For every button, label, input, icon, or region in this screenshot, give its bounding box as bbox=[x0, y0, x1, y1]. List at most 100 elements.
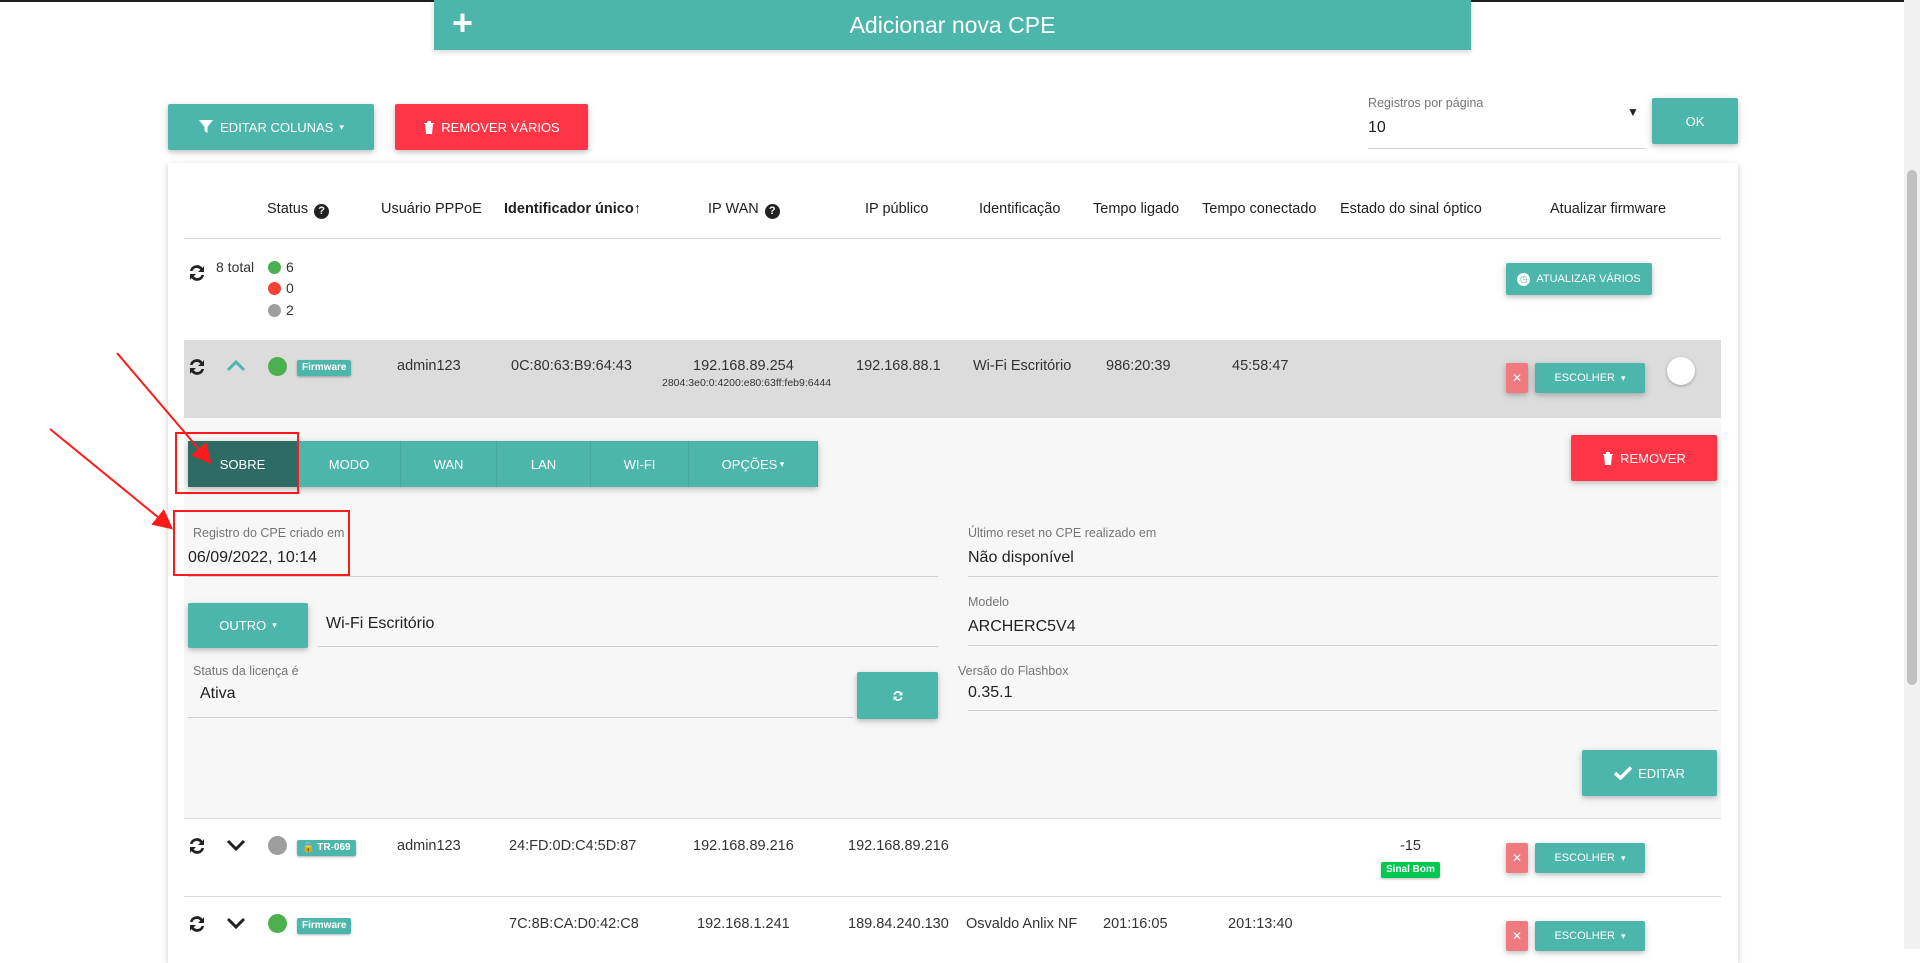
ipv6-address: 2804:3e0:0:4200:e80:63ff:feb9:6444 bbox=[662, 377, 832, 389]
header-optical-signal[interactable]: Estado do sinal óptico bbox=[1340, 201, 1482, 217]
model-underline bbox=[968, 645, 1718, 646]
cancel-firmware-button[interactable]: ✕ bbox=[1506, 363, 1528, 393]
choose-firmware-button[interactable]: ESCOLHER ▾ bbox=[1535, 921, 1645, 951]
header-divider bbox=[184, 238, 1721, 239]
flashbox-value: 0.35.1 bbox=[968, 684, 1013, 701]
reset-label: Último reset no CPE realizado em bbox=[968, 526, 1157, 540]
tab-modo[interactable]: MODO bbox=[298, 441, 401, 487]
per-page-select[interactable]: 10 bbox=[1368, 119, 1386, 137]
help-icon[interactable]: ? bbox=[764, 204, 780, 219]
connected-time: 45:58:47 bbox=[1232, 358, 1289, 374]
identification-input[interactable]: Wi-Fi Escritório bbox=[326, 615, 434, 633]
status-dot-unknown bbox=[268, 836, 287, 855]
refresh-license-button[interactable] bbox=[857, 672, 938, 719]
header-update-firmware: Atualizar firmware bbox=[1550, 201, 1667, 217]
connected-time: 201:13:40 bbox=[1228, 916, 1293, 932]
header-status[interactable]: Status? bbox=[267, 201, 330, 219]
offline-dot bbox=[268, 282, 281, 295]
edit-columns-button[interactable]: EDITAR COLUNAS ▾ bbox=[168, 104, 374, 150]
tab-wan[interactable]: WAN bbox=[401, 441, 497, 487]
ip-public: 192.168.88.1 bbox=[856, 358, 941, 374]
row-divider bbox=[184, 818, 1721, 819]
license-value: Ativa bbox=[200, 685, 236, 702]
reset-underline bbox=[968, 576, 1718, 577]
ok-button[interactable]: OK bbox=[1652, 98, 1738, 144]
update-many-label: ATUALIZAR VÁRIOS bbox=[1536, 273, 1641, 285]
per-page-label: Registros por página bbox=[1368, 96, 1484, 110]
scrollbar-thumb[interactable] bbox=[1907, 170, 1917, 685]
remove-many-label: REMOVER VÁRIOS bbox=[441, 119, 560, 135]
refresh-icon[interactable] bbox=[186, 356, 208, 378]
tab-opcoes[interactable]: OPÇÕES ▾ bbox=[689, 441, 818, 487]
trash-icon bbox=[1603, 452, 1614, 465]
header-pppoe[interactable]: Usuário PPPoE bbox=[381, 201, 482, 217]
ip-public: 192.168.89.216 bbox=[848, 838, 949, 854]
remove-many-button[interactable]: REMOVER VÁRIOS bbox=[395, 104, 588, 150]
edit-label: EDITAR bbox=[1638, 765, 1685, 781]
table-row[interactable] bbox=[184, 340, 1721, 418]
add-cpe-label: Adicionar nova CPE bbox=[849, 11, 1056, 38]
check-icon bbox=[1614, 766, 1633, 780]
identification-underline bbox=[318, 646, 938, 647]
tab-lan[interactable]: LAN bbox=[497, 441, 591, 487]
pppoe-user: admin123 bbox=[397, 838, 461, 854]
ip-wan: 192.168.1.241 bbox=[697, 916, 790, 932]
cancel-firmware-button[interactable]: ✕ bbox=[1506, 843, 1528, 873]
model-value: ARCHERC5V4 bbox=[968, 618, 1076, 635]
model-label: Modelo bbox=[968, 595, 1009, 609]
firmware-toggle[interactable] bbox=[1667, 357, 1695, 385]
optical-value: -15 bbox=[1400, 838, 1421, 854]
refresh-icon bbox=[893, 690, 902, 701]
identification: Osvaldo Anlix NF bbox=[966, 916, 1078, 932]
choose-label: ESCOLHER bbox=[1554, 852, 1615, 864]
identification: Wi-Fi Escritório bbox=[973, 358, 1072, 374]
offline-count: 0 bbox=[286, 280, 294, 296]
ip-wan: 192.168.89.216 bbox=[693, 838, 794, 854]
ip-wan: 192.168.89.254 bbox=[693, 358, 794, 374]
unique-id: 7C:8B:CA:D0:42:C8 bbox=[509, 916, 639, 932]
reset-value: Não disponível bbox=[968, 549, 1074, 566]
unique-id: 0C:80:63:B9:64:43 bbox=[511, 358, 632, 374]
edit-columns-label: EDITAR COLUNAS bbox=[220, 119, 334, 135]
clock-icon: ◷ bbox=[1517, 272, 1531, 286]
header-ip-public[interactable]: IP público bbox=[865, 201, 928, 217]
firmware-badge: Firmware bbox=[297, 360, 352, 376]
choose-label: ESCOLHER bbox=[1554, 930, 1615, 942]
unique-id: 24:FD:0D:C4:5D:87 bbox=[509, 838, 637, 854]
annotation-box-created bbox=[173, 510, 350, 576]
remove-cpe-label: REMOVER bbox=[1620, 450, 1686, 466]
remove-cpe-button[interactable]: REMOVER bbox=[1571, 435, 1717, 481]
status-dot-online bbox=[268, 357, 287, 376]
refresh-icon[interactable] bbox=[186, 913, 208, 935]
refresh-icon[interactable] bbox=[186, 262, 208, 284]
flashbox-label: Versão do Flashbox bbox=[958, 664, 1069, 678]
status-dot-online bbox=[268, 914, 287, 933]
chevron-up-icon[interactable] bbox=[226, 358, 246, 372]
firmware-badge: Firmware bbox=[297, 918, 352, 934]
header-identification[interactable]: Identificação bbox=[979, 201, 1060, 217]
chevron-down-icon[interactable] bbox=[226, 838, 246, 852]
other-dropdown-button[interactable]: OUTRO ▾ bbox=[188, 603, 308, 648]
refresh-icon[interactable] bbox=[186, 835, 208, 857]
pppoe-user: admin123 bbox=[397, 358, 461, 374]
choose-label: ESCOLHER bbox=[1554, 372, 1615, 384]
header-connected-time[interactable]: Tempo conectado bbox=[1202, 201, 1316, 217]
close-icon: ✕ bbox=[1511, 371, 1523, 385]
tab-wifi[interactable]: WI-FI bbox=[591, 441, 689, 487]
header-uptime[interactable]: Tempo ligado bbox=[1093, 201, 1179, 217]
header-unique-id[interactable]: Identificador único↑ bbox=[504, 201, 641, 217]
choose-firmware-button[interactable]: ESCOLHER ▾ bbox=[1535, 363, 1645, 393]
add-cpe-button[interactable]: + Adicionar nova CPE bbox=[434, 0, 1471, 50]
chevron-down-icon[interactable] bbox=[226, 916, 246, 930]
update-many-button[interactable]: ◷ ATUALIZAR VÁRIOS bbox=[1506, 263, 1652, 295]
uptime: 201:16:05 bbox=[1103, 916, 1168, 932]
edit-button[interactable]: EDITAR bbox=[1582, 750, 1717, 796]
cancel-firmware-button[interactable]: ✕ bbox=[1506, 921, 1528, 951]
online-dot bbox=[268, 261, 281, 274]
tr069-badge: 🔒 TR-069 bbox=[297, 840, 356, 856]
row-divider bbox=[184, 896, 1721, 897]
chevron-down-icon[interactable]: ▼ bbox=[1627, 105, 1639, 119]
help-icon[interactable]: ? bbox=[314, 204, 330, 219]
choose-firmware-button[interactable]: ESCOLHER ▾ bbox=[1535, 843, 1645, 873]
header-ip-wan[interactable]: IP WAN? bbox=[708, 201, 780, 219]
